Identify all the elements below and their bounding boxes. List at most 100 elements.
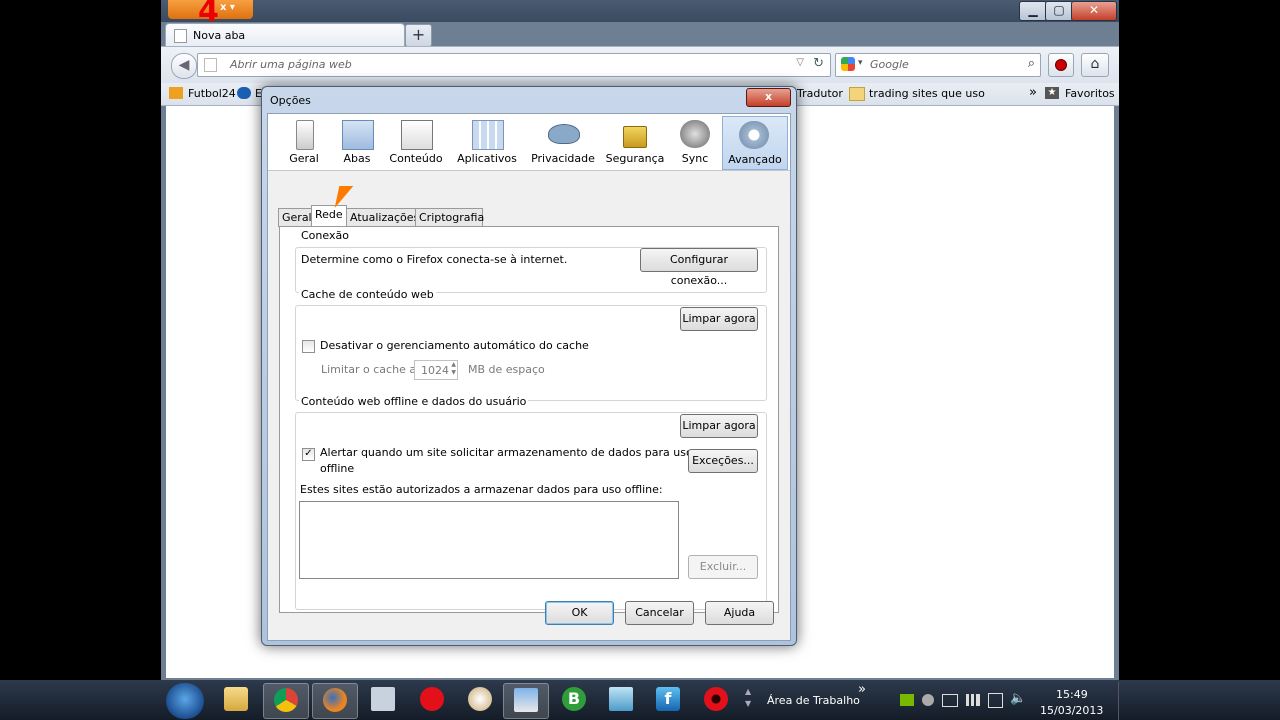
search-icon[interactable]: ⌕ [1028, 56, 1035, 71]
bookmark-favoritos[interactable]: Favoritos [1065, 87, 1115, 100]
volume-icon[interactable]: 🔈 [1010, 691, 1026, 706]
pane-geral[interactable]: Geral [278, 116, 330, 168]
back-arrow-icon[interactable]: ◀ [171, 53, 197, 79]
configure-connection-button[interactable]: Configurar conexão... [640, 248, 758, 287]
url-bar[interactable]: Abrir uma página web ▽ ↻ [197, 53, 831, 77]
page-icon [204, 58, 217, 72]
clear-offline-button[interactable]: Limpar agora [680, 414, 758, 438]
applications-icon [472, 120, 504, 150]
overlay-mark: 4 [198, 0, 219, 29]
taskbar-calculator[interactable] [361, 683, 405, 717]
taskbar-paint[interactable] [458, 683, 502, 717]
cancel-button[interactable]: Cancelar [625, 601, 694, 625]
taskbar-chrome[interactable] [263, 683, 309, 719]
start-button-icon[interactable] [166, 683, 204, 719]
network-icon[interactable] [966, 694, 980, 706]
subtab-criptografia[interactable]: Criptografia [415, 208, 484, 227]
close-window-button[interactable]: ✕ [1071, 1, 1117, 21]
nvidia-icon[interactable] [900, 694, 914, 706]
desktop-toolbar-label[interactable]: Área de Trabalho [767, 694, 860, 707]
star-icon: ★ [1045, 87, 1059, 99]
firefox-icon [323, 688, 347, 712]
taskbar-explorer[interactable] [214, 683, 258, 717]
bookmark-icon [237, 87, 251, 99]
record-icon[interactable] [1048, 53, 1074, 77]
offline-sites-list[interactable] [299, 501, 679, 579]
url-placeholder: Abrir uma página web [230, 58, 352, 71]
taskbar-app-b[interactable]: B [552, 683, 596, 717]
ok-button[interactable]: OK [545, 601, 614, 625]
pane-sync[interactable]: Sync [670, 116, 720, 168]
taskbar-flash[interactable]: f [646, 683, 690, 717]
calculator-icon [371, 687, 395, 711]
sync-icon [680, 120, 710, 148]
lock-icon [623, 126, 647, 148]
connection-title: Conexão [299, 229, 351, 242]
cache-limit-unit: MB de espaço [468, 363, 545, 376]
pane-conteudo[interactable]: Conteúdo [384, 116, 448, 168]
offline-sites-label: Estes sites estão autorizados a armazena… [300, 483, 663, 496]
exceptions-button[interactable]: Exceções... [688, 449, 758, 473]
subtab-atualizacoes[interactable]: Atualizações [346, 208, 419, 227]
history-dropdown-icon[interactable]: ▽ [796, 57, 804, 68]
bookmark-trading-sites[interactable]: trading sites que uso [869, 87, 985, 100]
chrome-icon [274, 688, 298, 712]
clear-cache-button[interactable]: Limpar agora [680, 307, 758, 331]
folder-icon [849, 87, 865, 101]
connection-description: Determine como o Firefox conecta-se à in… [301, 253, 568, 266]
cache-title: Cache de conteúdo web [299, 288, 436, 301]
maximize-button[interactable]: ▢ [1045, 1, 1073, 21]
page-icon [174, 29, 187, 43]
search-engine-dropdown-icon[interactable]: ▾ [858, 58, 863, 68]
offline-alert-label-line2: offline [320, 462, 355, 475]
bookmarks-overflow-icon[interactable]: » [1029, 85, 1037, 100]
pane-privacidade[interactable]: Privacidade [526, 116, 600, 168]
show-desktop-button[interactable] [1118, 682, 1129, 720]
taskbar-app-red[interactable] [410, 683, 454, 717]
b-icon: B [562, 687, 586, 711]
content-icon [401, 120, 433, 150]
clock-time[interactable]: 15:49 [1056, 688, 1088, 701]
picture-icon [514, 688, 538, 712]
pane-avancado[interactable]: Avançado [722, 116, 788, 170]
opera-icon [704, 687, 728, 711]
google-icon[interactable] [841, 57, 855, 71]
pane-seguranca[interactable]: Segurança [602, 116, 668, 168]
display-icon[interactable] [942, 694, 958, 707]
flag-icon[interactable] [988, 693, 1003, 708]
cache-limit-value: 1024 [421, 364, 449, 377]
spinner-arrows-icon[interactable]: ▲ ▼ [451, 361, 456, 377]
offline-alert-checkbox[interactable]: ✓ [302, 448, 315, 461]
futbol24-icon [169, 87, 183, 99]
close-icon[interactable]: x [746, 88, 791, 107]
gear-icon [739, 121, 769, 149]
bookmark-futbol24[interactable]: Futbol24 [188, 87, 236, 100]
toolbar-overflow-icon[interactable]: » [858, 682, 866, 697]
search-bar[interactable]: ▾ Google ⌕ [835, 53, 1041, 77]
subtab-rede[interactable]: Rede [311, 205, 347, 228]
cache-limit-input[interactable]: 1024 ▲ ▼ [414, 360, 458, 380]
pane-aplicativos[interactable]: Aplicativos [450, 116, 524, 168]
override-cache-label: Desativar o gerenciamento automático do … [320, 339, 589, 352]
override-cache-checkbox[interactable] [302, 340, 315, 353]
search-placeholder: Google [870, 58, 909, 71]
taskbar-app-picture[interactable] [503, 683, 549, 719]
bookmark-tradutor[interactable]: Tradutor [797, 87, 843, 100]
help-button[interactable]: Ajuda [705, 601, 774, 625]
taskbar-scroll-icon[interactable]: ▲ ▼ [745, 686, 751, 710]
minimize-button[interactable]: ▁ [1019, 1, 1047, 21]
new-tab-button[interactable]: + [405, 24, 432, 47]
cache-limit-label: Limitar o cache a [321, 363, 417, 376]
pane-abas[interactable]: Abas [332, 116, 382, 168]
remove-site-button[interactable]: Excluir... [688, 555, 758, 579]
reload-icon[interactable]: ↻ [813, 56, 824, 71]
taskbar-app-glass[interactable] [599, 683, 643, 717]
flash-icon: f [656, 687, 680, 711]
taskbar-opera[interactable] [694, 683, 738, 717]
clock-date[interactable]: 15/03/2013 [1040, 704, 1103, 717]
tray-app-icon[interactable] [922, 694, 934, 706]
navigation-bar: ◀ Abrir uma página web ▽ ↻ ▾ Google ⌕ ⌂ [161, 46, 1119, 83]
firefox-menu-glyph: x ▾ [220, 2, 235, 13]
taskbar-firefox[interactable] [312, 683, 358, 719]
home-icon[interactable]: ⌂ [1081, 53, 1109, 77]
